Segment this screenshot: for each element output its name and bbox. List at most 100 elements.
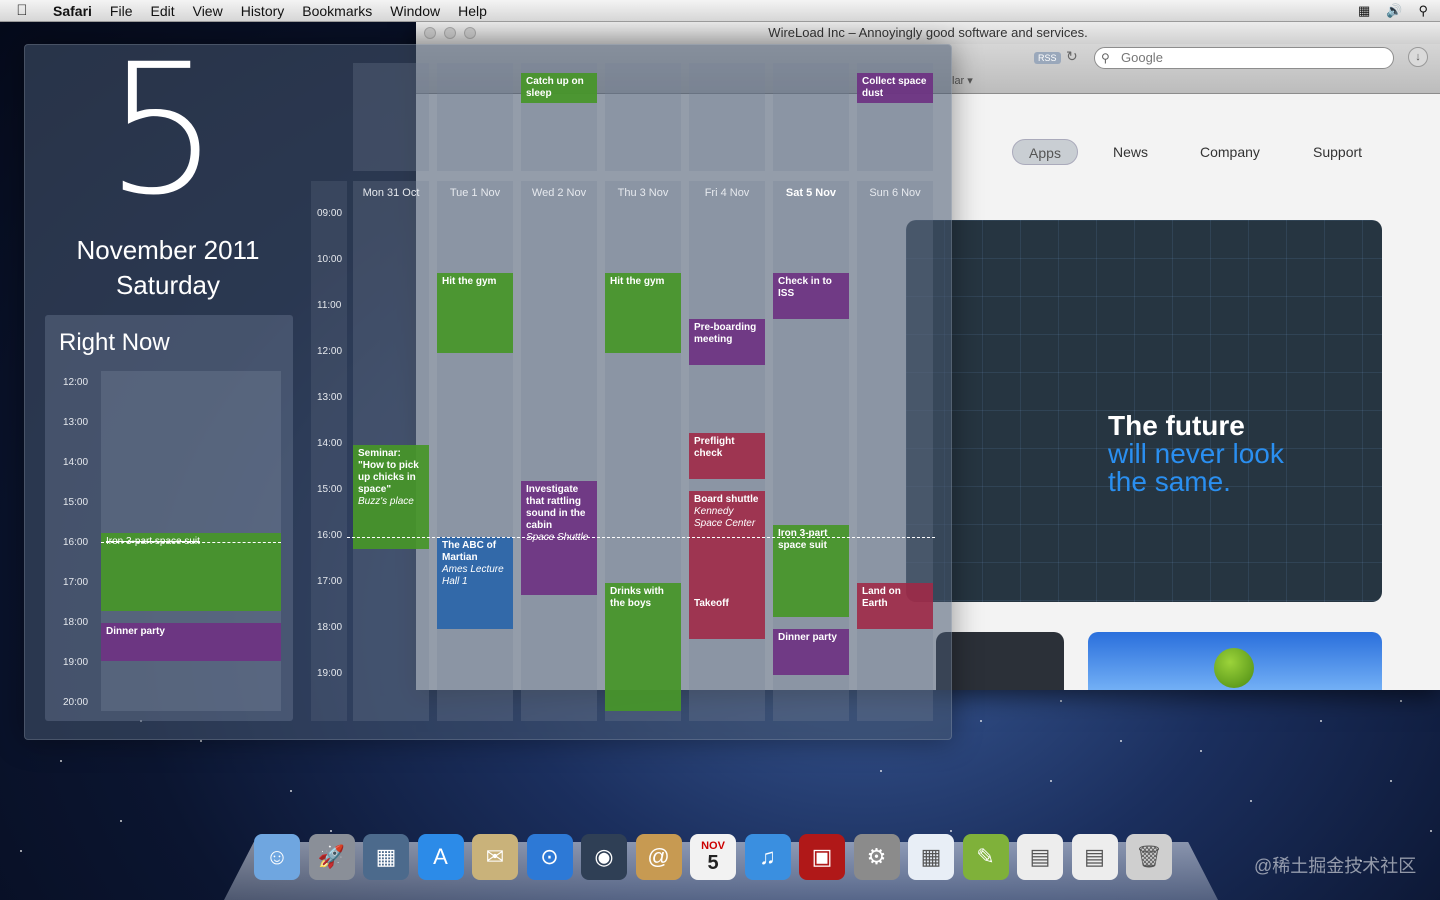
nav-apps[interactable]: Apps	[1012, 139, 1078, 165]
star	[1200, 750, 1202, 752]
window-title: WireLoad Inc – Annoyingly good software …	[768, 25, 1088, 40]
right-now-event[interactable]: Iron 3-part space suit	[101, 533, 281, 611]
nav-support[interactable]: Support	[1313, 144, 1362, 160]
bookmarks-bar-fragment[interactable]: lar ▾	[952, 74, 973, 87]
calendar-event[interactable]: Hit the gym	[605, 273, 681, 353]
safari-titlebar[interactable]: WireLoad Inc – Annoyingly good software …	[416, 22, 1440, 44]
app-store-icon[interactable]: A	[417, 834, 464, 880]
day-number: 5	[105, 26, 220, 235]
address-book-icon[interactable]: @	[635, 834, 682, 880]
nav-company[interactable]: Company	[1200, 144, 1260, 160]
all-day-cell[interactable]	[689, 63, 765, 171]
photo-icon[interactable]: ▦	[363, 834, 409, 880]
hero-banner[interactable]: The future will never look the same.	[906, 220, 1382, 602]
day-header: Tue 1 Nov	[449, 187, 501, 199]
menu-file[interactable]: File	[101, 3, 142, 19]
product-tile-sky[interactable]	[1088, 632, 1382, 690]
calendar-event[interactable]: Dinner party	[773, 629, 849, 675]
safari-icon[interactable]: ⊙	[526, 834, 573, 880]
star	[980, 720, 982, 722]
all-day-cell[interactable]	[353, 63, 429, 171]
minimize-window-button[interactable]	[444, 27, 456, 39]
menu-view[interactable]: View	[184, 3, 232, 19]
calendar-event[interactable]: Preflight check	[689, 433, 765, 479]
hour-label: 18:00	[317, 622, 343, 633]
day-column[interactable]	[857, 181, 933, 721]
event-location: Kennedy Space Center	[694, 506, 756, 529]
hour-label: 16:00	[63, 537, 89, 548]
calendar-event[interactable]: Pre-boarding meeting	[689, 319, 765, 365]
calendar-event[interactable]: Board shuttle Kennedy Space Center	[689, 491, 765, 595]
downloads-icon[interactable]: ↓	[1408, 47, 1428, 67]
spotlight-search-icon[interactable]: ⚲	[1418, 3, 1428, 19]
volume-icon[interactable]: 🔊	[1386, 3, 1402, 19]
document-icon-2[interactable]: ▤	[1071, 834, 1118, 880]
green-ball-image	[1214, 648, 1254, 688]
right-now-event[interactable]: Dinner party	[101, 623, 281, 661]
menu-history[interactable]: History	[232, 3, 294, 19]
day-header: Thu 3 Nov	[617, 187, 669, 199]
photo-booth-icon[interactable]: ▣	[799, 834, 845, 880]
all-day-cell[interactable]	[605, 63, 681, 171]
mail-icon[interactable]: ✉	[472, 834, 518, 880]
calendar-event[interactable]: Drinks with the boys	[605, 583, 681, 711]
menu-bookmarks[interactable]: Bookmarks	[293, 3, 381, 19]
product-tile-dark[interactable]	[936, 632, 1064, 690]
system-preferences-icon[interactable]: ⚙	[853, 834, 900, 880]
all-day-cell[interactable]	[437, 63, 513, 171]
hour-label: 10:00	[317, 254, 343, 265]
current-time-line	[101, 542, 281, 543]
menu-edit[interactable]: Edit	[141, 3, 183, 19]
hour-label: 09:00	[317, 208, 343, 219]
day-header: Mon 31 Oct	[362, 187, 420, 199]
calendar-grid-icon[interactable]: ▦	[908, 834, 954, 880]
hour-label: 20:00	[63, 697, 89, 708]
document-icon[interactable]: ▤	[1017, 834, 1063, 880]
right-now-title: Right Now	[59, 329, 170, 356]
menu-window[interactable]: Window	[381, 3, 449, 19]
launchpad-icon[interactable]: 🚀	[308, 834, 355, 880]
calendar-event[interactable]: Check in to ISS	[773, 273, 849, 319]
hero-line-3: the same.	[1108, 466, 1231, 497]
calendar-event[interactable]: Takeoff	[689, 595, 765, 639]
calendar-event[interactable]: Seminar: "How to pick up chicks in space…	[353, 445, 429, 549]
day-header: Fri 4 Nov	[704, 187, 750, 199]
event-location: Buzz's place	[358, 496, 414, 507]
calendar-event[interactable]: Hit the gym	[437, 273, 513, 353]
hour-label: 19:00	[63, 657, 89, 668]
menu-app-safari[interactable]: Safari	[44, 3, 101, 19]
apple-menu-icon[interactable]: 	[0, 2, 44, 19]
search-placeholder: Google	[1121, 50, 1163, 65]
finder-icon[interactable]: ☺	[254, 834, 300, 880]
nav-news[interactable]: News	[1113, 144, 1148, 160]
trash-icon[interactable]: 🗑	[1126, 834, 1172, 880]
close-window-button[interactable]	[424, 27, 436, 39]
all-day-event[interactable]: Catch up on sleep	[521, 73, 597, 103]
menu-help[interactable]: Help	[449, 3, 496, 19]
calendar-event[interactable]: Land on Earth	[857, 583, 933, 629]
itunes-icon[interactable]: ♫	[744, 834, 791, 880]
star	[1320, 720, 1322, 722]
day-header: Sun 6 Nov	[869, 187, 921, 199]
all-day-event[interactable]: Collect space dust	[857, 73, 933, 103]
calendar-event[interactable]: Iron 3-part space suit	[773, 525, 849, 617]
calendar-icon[interactable]: NOV 5	[690, 834, 736, 880]
utility-icon[interactable]: ✎	[962, 834, 1009, 880]
search-field[interactable]: ⚲ Google	[1094, 47, 1394, 69]
event-title: Preflight check	[694, 436, 735, 459]
hour-label: 17:00	[317, 576, 343, 587]
zoom-window-button[interactable]	[464, 27, 476, 39]
day-column[interactable]	[437, 181, 513, 721]
calendar-icon-month: NOV	[701, 839, 725, 852]
rss-button[interactable]: RSS	[1034, 52, 1061, 64]
facetime-icon[interactable]: ◉	[581, 834, 627, 880]
reload-icon[interactable]: ↻	[1066, 48, 1078, 65]
calendar-event[interactable]: Investigate that rattling sound in the c…	[521, 481, 597, 595]
input-menu-icon[interactable]: ▦	[1358, 3, 1370, 19]
calendar-event[interactable]: The ABC of Martian Ames Lecture Hall 1	[437, 537, 513, 629]
star	[330, 830, 332, 832]
event-title: Drinks with the boys	[610, 586, 664, 609]
star	[1120, 740, 1122, 742]
all-day-cell[interactable]	[773, 63, 849, 171]
day-column[interactable]	[521, 181, 597, 721]
